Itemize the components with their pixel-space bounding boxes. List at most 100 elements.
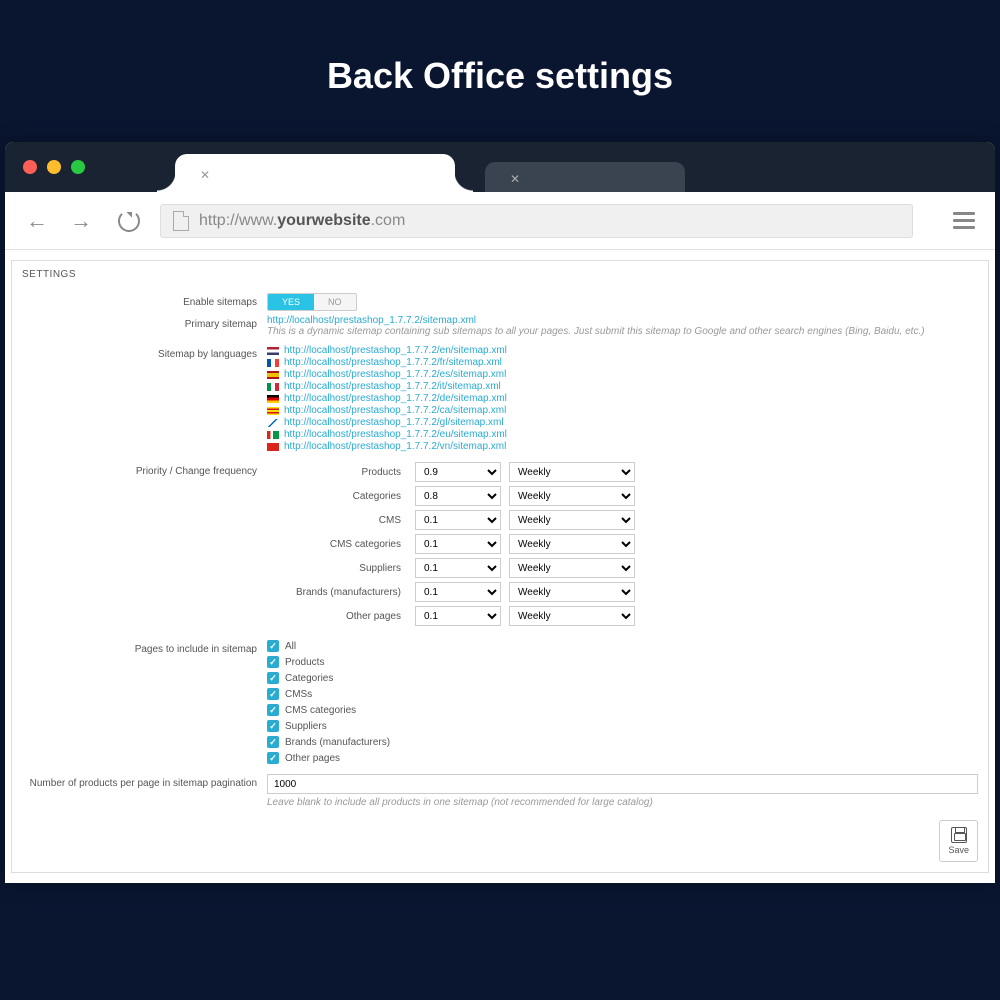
checkbox[interactable] xyxy=(267,720,279,732)
priority-frequency-row: Products 0.9 Weekly xyxy=(267,462,978,482)
priority-select[interactable]: 0.1 xyxy=(415,558,501,578)
checkbox[interactable] xyxy=(267,736,279,748)
pages-include-label: Pages to include in sitemap xyxy=(22,640,267,655)
page-checkbox-row: CMS categories xyxy=(267,704,978,716)
page-checkbox-row: Products xyxy=(267,656,978,668)
priority-frequency-row: CMS categories 0.1 Weekly xyxy=(267,534,978,554)
frequency-row-label: Suppliers xyxy=(267,563,407,574)
language-sitemap-row: http://localhost/prestashop_1.7.7.2/vn/s… xyxy=(267,441,978,452)
checkbox[interactable] xyxy=(267,656,279,668)
flag-icon xyxy=(267,359,279,367)
enable-sitemaps-toggle[interactable]: YES NO xyxy=(267,293,357,311)
browser-tab-active[interactable]: ✕ xyxy=(175,154,455,192)
back-button[interactable]: ← xyxy=(25,209,49,233)
close-icon[interactable]: ✕ xyxy=(200,168,210,178)
reload-button[interactable] xyxy=(118,210,140,232)
frequency-select[interactable]: Weekly xyxy=(509,558,635,578)
language-sitemap-list: http://localhost/prestashop_1.7.7.2/en/s… xyxy=(267,345,978,452)
panel-title: SETTINGS xyxy=(12,261,988,288)
priority-frequency-row: CMS0.1Weekly xyxy=(267,510,978,530)
language-sitemap-link[interactable]: http://localhost/prestashop_1.7.7.2/fr/s… xyxy=(284,357,502,368)
checkbox-label: Other pages xyxy=(285,753,340,764)
primary-sitemap-helper: This is a dynamic sitemap containing sub… xyxy=(267,326,978,337)
menu-button[interactable] xyxy=(953,212,975,229)
toggle-no[interactable]: NO xyxy=(314,294,356,310)
frequency-select[interactable]: Weekly xyxy=(509,582,635,602)
priority-select[interactable]: 0.9 xyxy=(415,462,501,482)
priority-select[interactable]: 0.1 xyxy=(415,510,501,530)
language-sitemap-link[interactable]: http://localhost/prestashop_1.7.7.2/eu/s… xyxy=(284,429,507,440)
checkbox[interactable] xyxy=(267,752,279,764)
traffic-lights xyxy=(23,160,85,174)
checkbox[interactable] xyxy=(267,688,279,700)
priority-select[interactable]: 0.1 xyxy=(415,582,501,602)
priority-select[interactable]: 0.8 xyxy=(415,486,501,506)
priority-select[interactable]: 0.1 xyxy=(415,534,501,554)
settings-panel: SETTINGS Enable sitemaps YES NO Primary … xyxy=(11,260,989,873)
flag-icon xyxy=(267,371,279,379)
frequency-row-label: CMS categories xyxy=(267,539,407,550)
frequency-select[interactable]: Weekly xyxy=(509,462,635,482)
frequency-select[interactable]: Weekly xyxy=(509,510,635,530)
window-close-button[interactable] xyxy=(23,160,37,174)
priority-frequency-row: Other pages 0.1 Weekly xyxy=(267,606,978,626)
language-sitemap-link[interactable]: http://localhost/prestashop_1.7.7.2/de/s… xyxy=(284,393,507,404)
primary-sitemap-link[interactable]: http://localhost/prestashop_1.7.7.2/site… xyxy=(267,315,476,326)
flag-icon xyxy=(267,395,279,403)
language-sitemap-link[interactable]: http://localhost/prestashop_1.7.7.2/en/s… xyxy=(284,345,507,356)
checkbox-label: CMSs xyxy=(285,689,312,700)
language-sitemap-row: http://localhost/prestashop_1.7.7.2/eu/s… xyxy=(267,429,978,440)
toggle-yes[interactable]: YES xyxy=(268,294,314,310)
content-area: SETTINGS Enable sitemaps YES NO Primary … xyxy=(5,250,995,883)
url-input[interactable]: http://www.yourwebsite.com xyxy=(160,204,913,238)
frequency-row-label: Brands (manufacturers) xyxy=(267,587,407,598)
pagination-input[interactable] xyxy=(267,774,978,794)
page-checkbox-row: Brands (manufacturers) xyxy=(267,736,978,748)
checkbox[interactable] xyxy=(267,704,279,716)
language-sitemap-row: http://localhost/prestashop_1.7.7.2/fr/s… xyxy=(267,357,978,368)
language-sitemap-row: http://localhost/prestashop_1.7.7.2/ca/s… xyxy=(267,405,978,416)
frequency-select[interactable]: Weekly xyxy=(509,606,635,626)
language-sitemap-link[interactable]: http://localhost/prestashop_1.7.7.2/gl/s… xyxy=(284,417,504,428)
hero-title: Back Office settings xyxy=(0,0,1000,142)
checkbox-label: CMS categories xyxy=(285,705,356,716)
forward-button[interactable]: → xyxy=(69,209,93,233)
page-checkbox-row: All xyxy=(267,640,978,652)
page-checkbox-row: Other pages xyxy=(267,752,978,764)
priority-frequency-row: Categories 0.8 Weekly xyxy=(267,486,978,506)
frequency-select[interactable]: Weekly xyxy=(509,486,635,506)
checkbox-label: All xyxy=(285,641,296,652)
language-sitemap-link[interactable]: http://localhost/prestashop_1.7.7.2/ca/s… xyxy=(284,405,506,416)
window-minimize-button[interactable] xyxy=(47,160,61,174)
frequency-row-label: Other pages xyxy=(267,611,407,622)
priority-frequency-row: Brands (manufacturers) 0.1 Weekly xyxy=(267,582,978,602)
url-bar: ← → http://www.yourwebsite.com xyxy=(5,192,995,250)
frequency-row-label: Categories xyxy=(267,491,407,502)
checkbox[interactable] xyxy=(267,672,279,684)
checkbox[interactable] xyxy=(267,640,279,652)
browser-tab-inactive[interactable]: ✕ xyxy=(485,162,685,192)
language-sitemap-row: http://localhost/prestashop_1.7.7.2/it/s… xyxy=(267,381,978,392)
priority-frequency-row: Suppliers 0.1 Weekly xyxy=(267,558,978,578)
browser-tabs: ✕ ✕ xyxy=(5,142,995,192)
language-sitemap-row: http://localhost/prestashop_1.7.7.2/es/s… xyxy=(267,369,978,380)
language-sitemap-link[interactable]: http://localhost/prestashop_1.7.7.2/es/s… xyxy=(284,369,506,380)
file-icon xyxy=(173,211,189,231)
close-icon[interactable]: ✕ xyxy=(510,172,520,182)
checkbox-label: Categories xyxy=(285,673,333,684)
window-maximize-button[interactable] xyxy=(71,160,85,174)
checkbox-label: Brands (manufacturers) xyxy=(285,737,390,748)
language-sitemap-link[interactable]: http://localhost/prestashop_1.7.7.2/vn/s… xyxy=(284,441,506,452)
checkbox-label: Suppliers xyxy=(285,721,327,732)
frequency-select[interactable]: Weekly xyxy=(509,534,635,554)
priority-select[interactable]: 0.1 xyxy=(415,606,501,626)
flag-icon xyxy=(267,443,279,451)
primary-sitemap-label: Primary sitemap xyxy=(22,315,267,330)
page-checkbox-row: Categories xyxy=(267,672,978,684)
frequency-row-label: Products xyxy=(267,467,407,478)
language-sitemap-link[interactable]: http://localhost/prestashop_1.7.7.2/it/s… xyxy=(284,381,501,392)
pagination-helper: Leave blank to include all products in o… xyxy=(267,797,978,808)
url-text: http://www.yourwebsite.com xyxy=(199,212,405,230)
priority-frequency-label: Priority / Change frequency xyxy=(22,462,267,477)
save-button[interactable]: Save xyxy=(939,820,978,862)
